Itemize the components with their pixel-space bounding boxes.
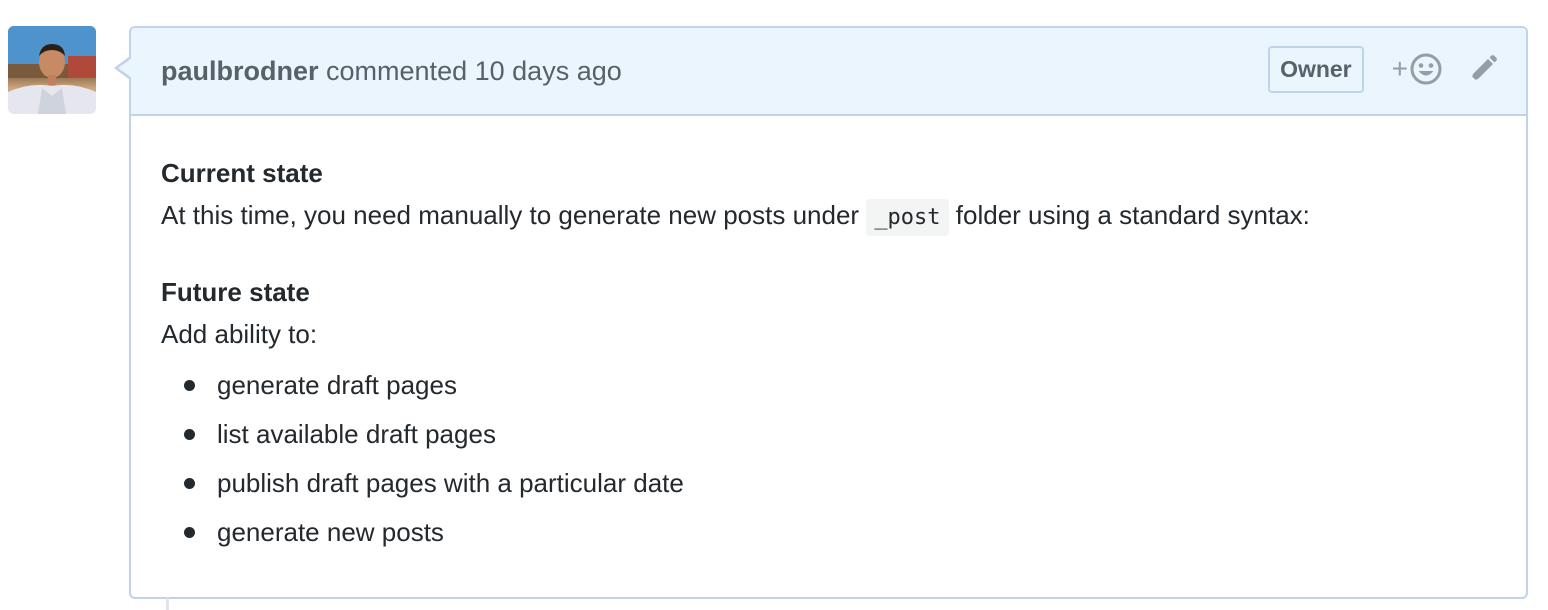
comment-actions: Owner + — [1268, 44, 1498, 94]
feature-list: generate draft pages list available draf… — [161, 361, 1496, 557]
comment-meta: paulbrodner commented 10 days ago — [161, 56, 622, 87]
comment-box: paulbrodner commented 10 days ago Owner … — [129, 26, 1528, 599]
list-item: publish draft pages with a particular da… — [161, 459, 1496, 508]
owner-badge: Owner — [1268, 45, 1364, 93]
current-state-heading: Current state — [161, 158, 323, 188]
post-folder-code: _post — [866, 199, 949, 236]
comment-timestamp[interactable]: 10 days ago — [475, 56, 622, 86]
comment-header: paulbrodner commented 10 days ago Owner … — [131, 28, 1526, 116]
current-state-text-end: folder using a standard syntax: — [955, 200, 1310, 230]
list-item: generate new posts — [161, 508, 1496, 557]
list-item: list available draft pages — [161, 410, 1496, 459]
comment-caret-fill — [118, 58, 132, 78]
list-item: generate draft pages — [161, 361, 1496, 410]
plus-icon: + — [1391, 53, 1408, 84]
future-state-heading: Future state — [161, 277, 310, 307]
current-state-text: At this time, you need manually to gener… — [161, 200, 860, 230]
add-reaction-button[interactable]: + — [1392, 53, 1442, 85]
avatar-image — [8, 26, 96, 114]
future-state-intro: Add ability to: — [161, 319, 318, 349]
comment-body: Current state At this time, you need man… — [131, 116, 1526, 557]
pencil-icon — [1471, 55, 1497, 81]
comment-action: commented — [326, 55, 468, 86]
avatar[interactable] — [8, 26, 96, 114]
current-state-paragraph: At this time, you need manually to gener… — [161, 194, 1496, 239]
author-link[interactable]: paulbrodner — [161, 56, 319, 86]
timeline-connector — [166, 598, 169, 610]
smiley-icon — [1410, 53, 1442, 85]
edit-comment-button[interactable] — [1468, 54, 1498, 84]
